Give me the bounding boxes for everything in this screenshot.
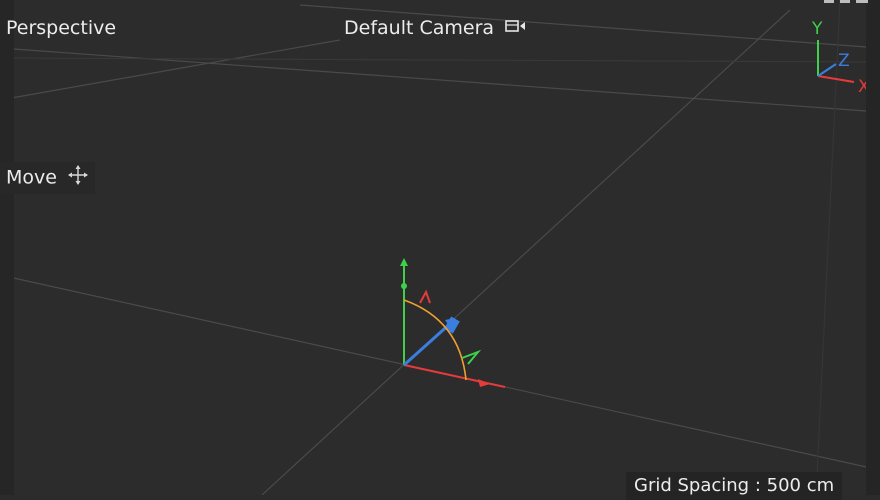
camera-name-label: Default Camera xyxy=(344,17,495,39)
x-rotation-handle[interactable] xyxy=(419,289,431,304)
active-tool-indicator: Move xyxy=(0,162,95,194)
3d-viewport[interactable]: Y Z X Perspective Default Camera Move Gr… xyxy=(0,0,880,500)
axis-label-y: Y xyxy=(811,19,823,39)
z-plane-handle[interactable] xyxy=(444,316,460,334)
y-rotation-handle[interactable] xyxy=(461,349,482,365)
y-axis-scale-knob[interactable] xyxy=(401,283,407,289)
world-axis-indicator: Y Z X xyxy=(811,19,870,97)
view-name-label: Perspective xyxy=(6,17,117,39)
viewport-scene[interactable]: Y Z X xyxy=(0,0,880,495)
grid-spacing-readout: Grid Spacing : 500 cm xyxy=(626,472,843,500)
move-icon xyxy=(67,164,89,192)
x-axis-handle[interactable] xyxy=(403,364,506,388)
viewport-right-border xyxy=(866,0,880,495)
camera-icon xyxy=(504,17,528,41)
axis-label-z: Z xyxy=(838,51,850,71)
ground-grid xyxy=(0,0,880,495)
viewport-view-name[interactable]: Perspective xyxy=(0,14,122,42)
object-gizmo[interactable] xyxy=(400,258,506,388)
camera-selector[interactable]: Default Camera xyxy=(338,14,534,43)
viewport-corner-icons[interactable] xyxy=(804,0,874,6)
y-axis-arrow[interactable] xyxy=(400,258,408,266)
viewport-left-border xyxy=(0,0,14,495)
tool-name-label: Move xyxy=(6,166,57,189)
